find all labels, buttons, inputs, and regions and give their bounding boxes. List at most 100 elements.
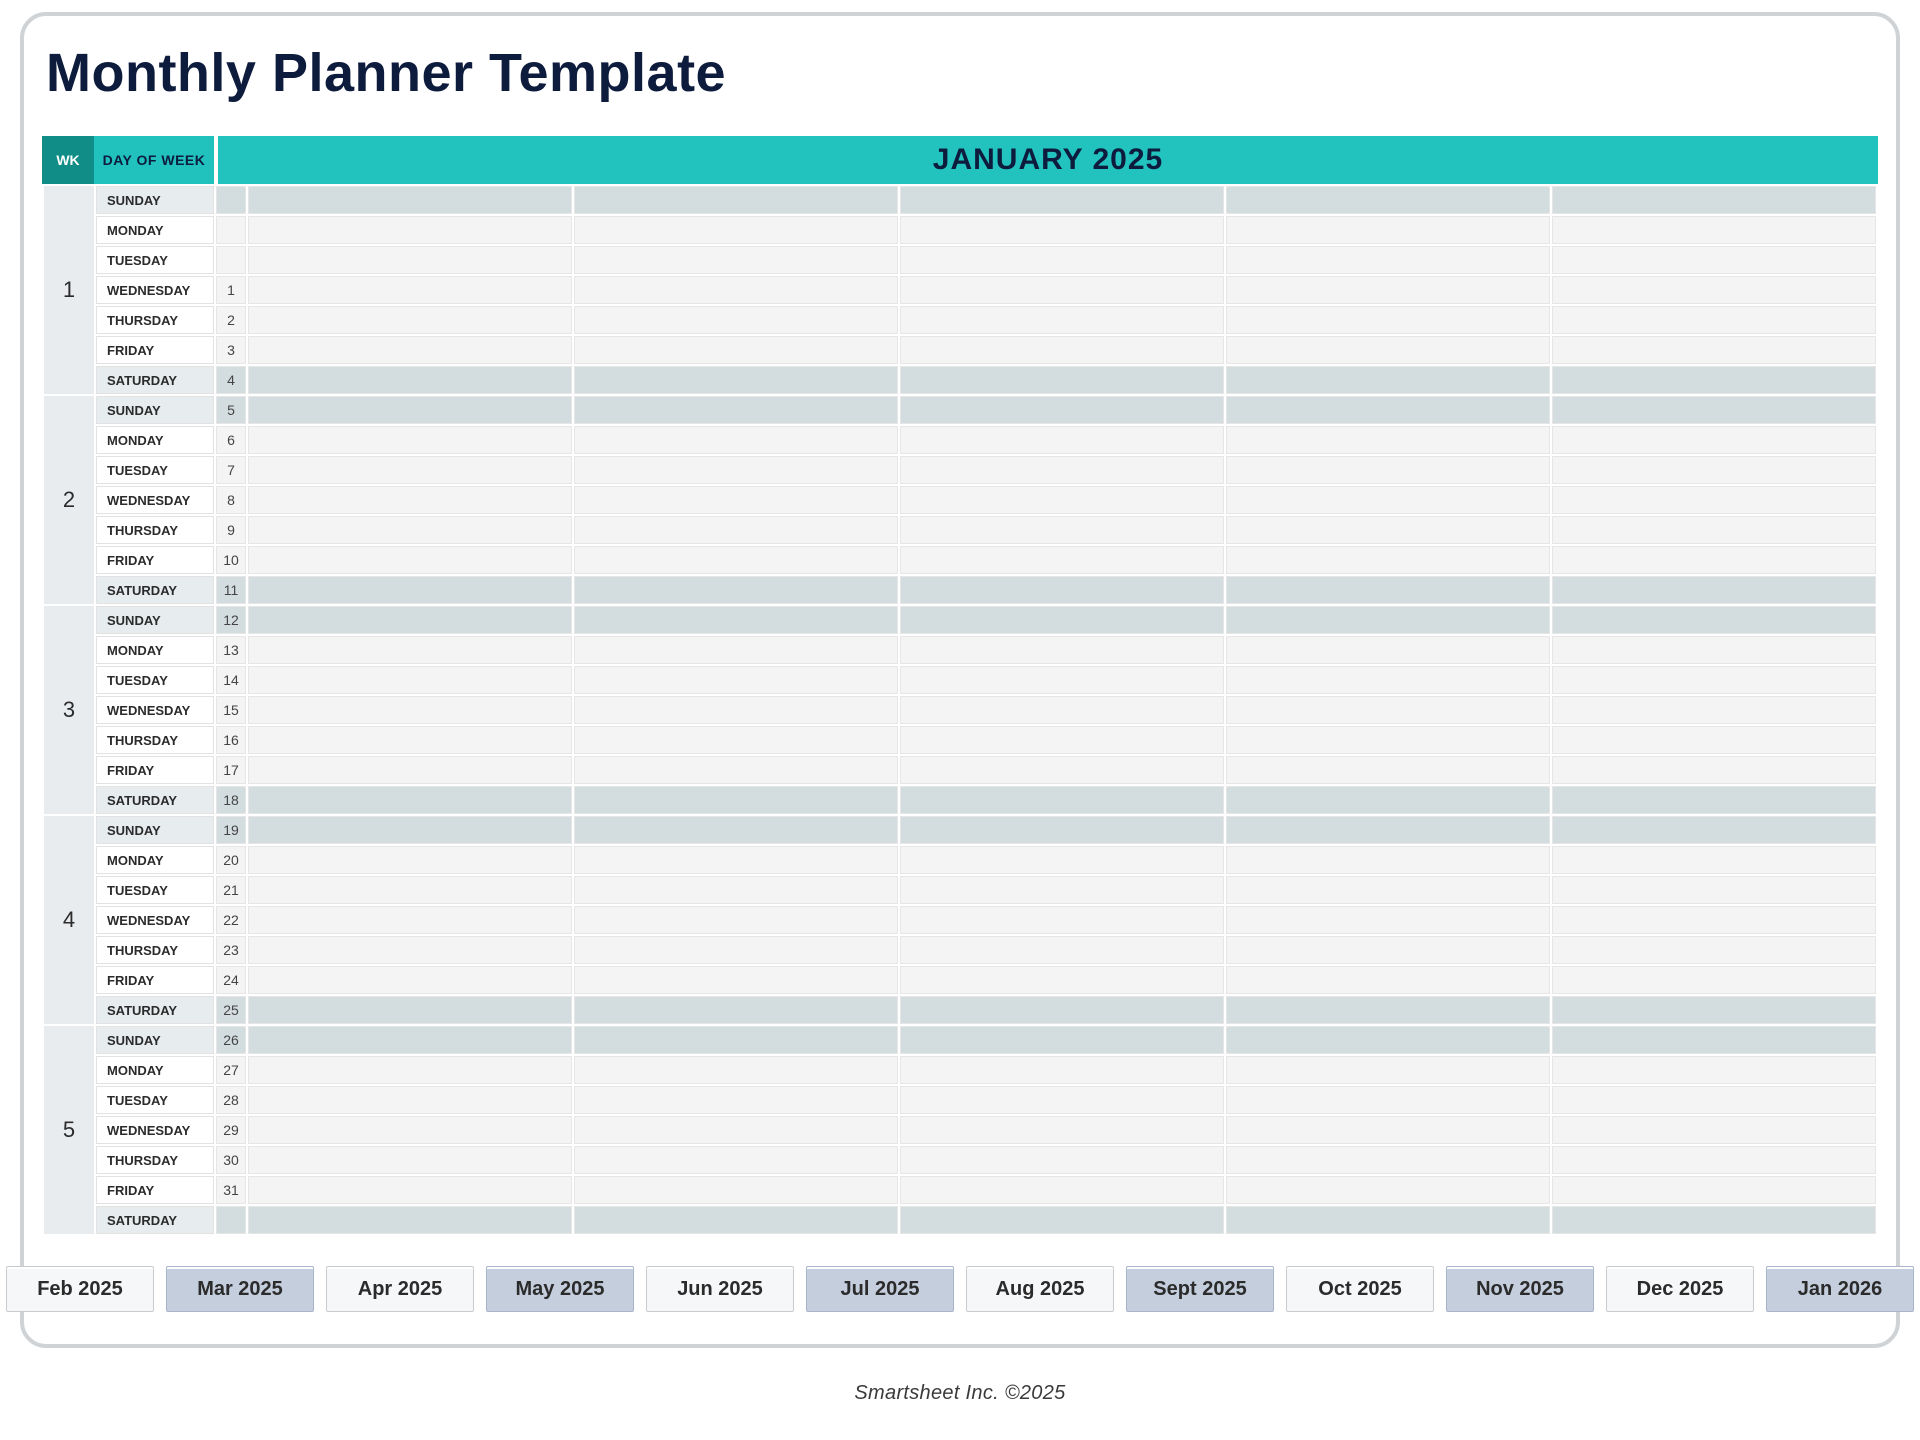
event-cell[interactable] [900,756,1224,784]
event-cell[interactable] [1226,726,1550,754]
event-cell[interactable] [900,1056,1224,1084]
event-cell[interactable] [574,426,898,454]
event-cell[interactable] [1552,726,1876,754]
event-cell[interactable] [248,816,572,844]
event-cell[interactable] [1552,1146,1876,1174]
event-cell[interactable] [1552,666,1876,694]
event-cell[interactable] [1226,426,1550,454]
event-cell[interactable] [1552,486,1876,514]
event-cell[interactable] [574,456,898,484]
event-cell[interactable] [574,966,898,994]
event-cell[interactable] [1226,966,1550,994]
event-cell[interactable] [1226,216,1550,244]
event-cell[interactable] [900,846,1224,874]
event-cell[interactable] [248,516,572,544]
event-cell[interactable] [574,396,898,424]
event-cell[interactable] [574,366,898,394]
event-cell[interactable] [248,1206,572,1234]
event-cell[interactable] [574,1026,898,1054]
event-cell[interactable] [248,606,572,634]
event-cell[interactable] [1226,246,1550,274]
event-cell[interactable] [1552,936,1876,964]
event-cell[interactable] [574,906,898,934]
event-cell[interactable] [900,516,1224,544]
event-cell[interactable] [1226,1146,1550,1174]
event-cell[interactable] [1552,1056,1876,1084]
event-cell[interactable] [248,906,572,934]
event-cell[interactable] [1226,546,1550,574]
event-cell[interactable] [1552,1206,1876,1234]
month-tab[interactable]: Apr 2025 [326,1266,474,1312]
event-cell[interactable] [1552,996,1876,1024]
event-cell[interactable] [1226,786,1550,814]
event-cell[interactable] [1552,696,1876,724]
event-cell[interactable] [900,666,1224,694]
event-cell[interactable] [1226,1206,1550,1234]
event-cell[interactable] [248,426,572,454]
event-cell[interactable] [1226,666,1550,694]
month-tab[interactable]: Jun 2025 [646,1266,794,1312]
event-cell[interactable] [574,1086,898,1114]
event-cell[interactable] [248,186,572,214]
event-cell[interactable] [900,906,1224,934]
month-tab[interactable]: Nov 2025 [1446,1266,1594,1312]
event-cell[interactable] [1226,816,1550,844]
event-cell[interactable] [1552,306,1876,334]
event-cell[interactable] [248,786,572,814]
event-cell[interactable] [1226,1116,1550,1144]
event-cell[interactable] [574,876,898,904]
event-cell[interactable] [1226,936,1550,964]
event-cell[interactable] [1552,636,1876,664]
event-cell[interactable] [1226,1056,1550,1084]
event-cell[interactable] [248,1056,572,1084]
event-cell[interactable] [574,726,898,754]
event-cell[interactable] [574,246,898,274]
event-cell[interactable] [1552,546,1876,574]
event-cell[interactable] [248,1026,572,1054]
event-cell[interactable] [900,696,1224,724]
event-cell[interactable] [248,396,572,424]
event-cell[interactable] [900,576,1224,604]
event-cell[interactable] [1226,606,1550,634]
month-tab[interactable]: Feb 2025 [6,1266,154,1312]
event-cell[interactable] [1552,816,1876,844]
event-cell[interactable] [574,546,898,574]
event-cell[interactable] [1226,996,1550,1024]
event-cell[interactable] [1226,186,1550,214]
event-cell[interactable] [1552,846,1876,874]
event-cell[interactable] [248,246,572,274]
month-tab[interactable]: May 2025 [486,1266,634,1312]
event-cell[interactable] [900,726,1224,754]
event-cell[interactable] [1552,786,1876,814]
month-tab[interactable]: Jan 2026 [1766,1266,1914,1312]
event-cell[interactable] [1226,876,1550,904]
event-cell[interactable] [574,696,898,724]
event-cell[interactable] [1226,486,1550,514]
event-cell[interactable] [1552,336,1876,364]
event-cell[interactable] [900,246,1224,274]
event-cell[interactable] [1552,606,1876,634]
event-cell[interactable] [574,606,898,634]
event-cell[interactable] [1552,396,1876,424]
event-cell[interactable] [1552,906,1876,934]
event-cell[interactable] [1552,216,1876,244]
event-cell[interactable] [248,1146,572,1174]
month-tab[interactable]: Sept 2025 [1126,1266,1274,1312]
event-cell[interactable] [900,1176,1224,1204]
event-cell[interactable] [1552,516,1876,544]
month-tab[interactable]: Dec 2025 [1606,1266,1754,1312]
event-cell[interactable] [248,486,572,514]
event-cell[interactable] [1552,426,1876,454]
event-cell[interactable] [248,636,572,664]
event-cell[interactable] [248,876,572,904]
event-cell[interactable] [1552,576,1876,604]
event-cell[interactable] [1552,756,1876,784]
event-cell[interactable] [248,666,572,694]
event-cell[interactable] [900,186,1224,214]
event-cell[interactable] [1552,1116,1876,1144]
event-cell[interactable] [1552,1086,1876,1114]
event-cell[interactable] [574,516,898,544]
event-cell[interactable] [1226,636,1550,664]
event-cell[interactable] [900,336,1224,364]
event-cell[interactable] [248,456,572,484]
